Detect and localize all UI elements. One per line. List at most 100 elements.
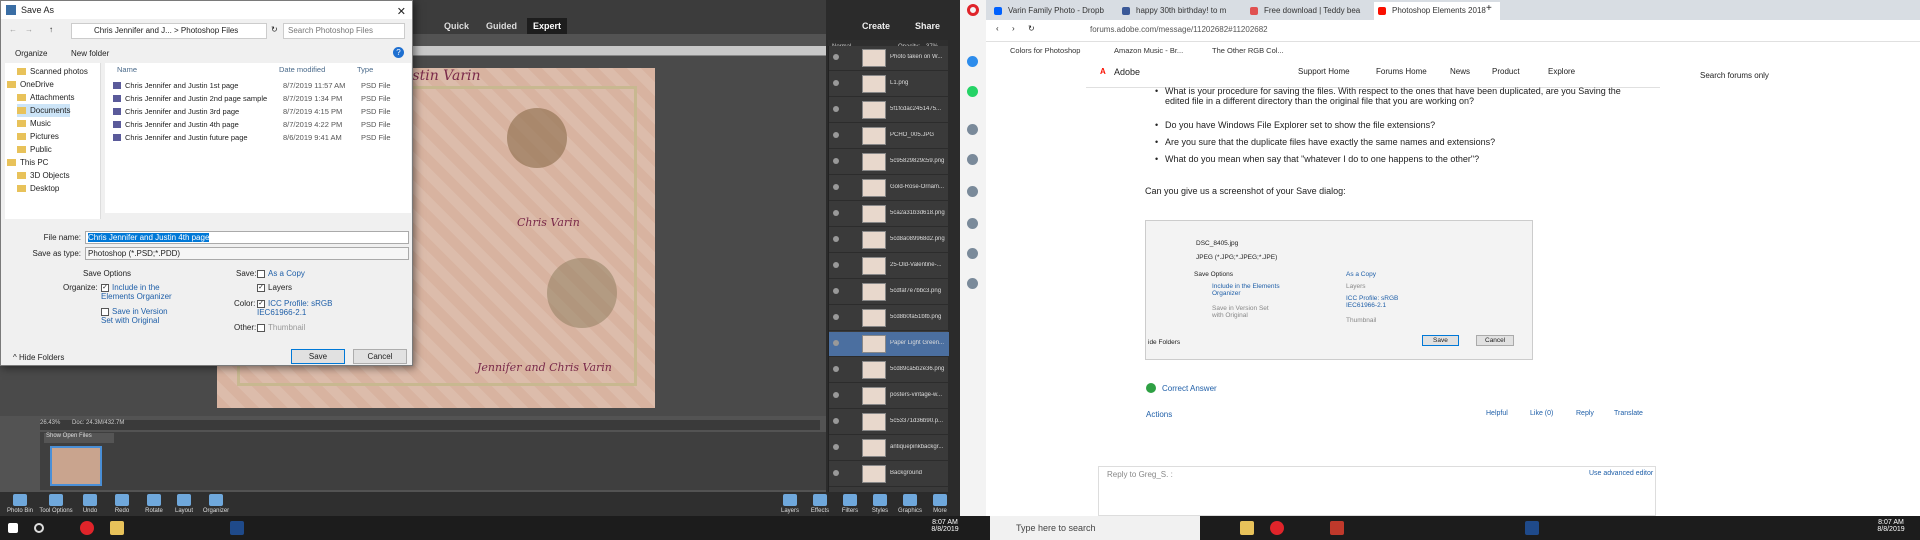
eye-icon[interactable] — [833, 340, 839, 346]
eye-icon[interactable] — [833, 158, 839, 164]
layer-row[interactable]: 5cdfaf7e7bbc3.png — [829, 280, 949, 305]
tab-expert[interactable]: Expert — [527, 18, 568, 34]
eye-icon[interactable] — [833, 184, 839, 190]
layer-row[interactable]: PCHO_005.JPG — [829, 124, 949, 149]
tree-item[interactable]: Public — [17, 143, 52, 156]
app-taskbar-icon[interactable] — [1330, 521, 1344, 535]
layer-row[interactable]: Photo taken on W... — [829, 46, 949, 71]
tab-photoshop-elements[interactable]: Photoshop Elements 2018 — [1374, 2, 1500, 20]
bookmark-rgb[interactable]: The Other RGB Col... — [1212, 46, 1284, 55]
include-elements-checkbox[interactable]: ✓ Include in the Elements Organizer — [101, 283, 181, 301]
eye-icon[interactable] — [833, 366, 839, 372]
eye-icon[interactable] — [833, 418, 839, 424]
photoshop-elements-taskbar-icon[interactable] — [230, 521, 244, 535]
whatsapp-icon[interactable] — [967, 86, 978, 97]
tab-dropbox[interactable]: Varin Family Photo - Dropb — [990, 2, 1116, 20]
layer-row[interactable]: antiquepinkbackgr... — [829, 436, 949, 461]
up-arrow-icon[interactable]: ↑ — [49, 25, 53, 34]
eye-icon[interactable] — [833, 288, 839, 294]
nav-support-home[interactable]: Support Home — [1298, 67, 1350, 76]
eye-icon[interactable] — [833, 444, 839, 450]
file-row[interactable]: Chris Jennifer and Justin 1st page 8/7/20… — [113, 79, 409, 92]
tree-item[interactable]: Scanned photos — [17, 65, 88, 78]
nav-product[interactable]: Product — [1492, 67, 1520, 76]
photo-bin-button[interactable]: Photo Bin — [0, 494, 40, 514]
heart-icon[interactable] — [967, 218, 978, 229]
bookmark-colors[interactable]: Colors for Photoshop — [1010, 46, 1080, 55]
helpful-button[interactable]: Helpful — [1486, 410, 1508, 417]
forward-icon[interactable]: › — [1012, 24, 1015, 33]
forum-search[interactable]: Search forums only — [1700, 71, 1769, 80]
embedded-screenshot[interactable]: DSC_8405.jpg JPEG (*.JPG;*.JPEG;*.JPE) S… — [1145, 220, 1533, 360]
thumbnail-checkbox[interactable]: Thumbnail — [257, 323, 305, 332]
layer-row[interactable]: 5cd8b0fa51bfb.png — [829, 306, 949, 331]
tree-item[interactable]: This PC — [7, 156, 48, 169]
layer-row[interactable]: Gold-Rose-Ornam... — [829, 176, 949, 201]
taskbar-search-input[interactable]: Type here to search — [990, 516, 1200, 540]
eye-icon[interactable] — [833, 314, 839, 320]
clock-right[interactable]: 8:07 AM 8/8/2019 — [1868, 519, 1914, 533]
create-button[interactable]: Create — [862, 18, 890, 34]
photoshop-elements-taskbar-icon[interactable] — [1525, 521, 1539, 535]
windows-start-icon[interactable] — [8, 523, 18, 533]
new-folder-button[interactable]: New folder — [71, 49, 109, 58]
layer-row[interactable]: 5c95829829c59.png — [829, 150, 949, 175]
tree-item[interactable]: Desktop — [17, 182, 59, 195]
eye-icon[interactable] — [833, 470, 839, 476]
layer-row[interactable]: L1.png — [829, 72, 949, 97]
layer-row[interactable]: posters-vintage-w... — [829, 384, 949, 409]
reply-button[interactable]: Reply — [1576, 410, 1594, 417]
file-row[interactable]: Chris Jennifer and Justin 3rd page 8/7/20… — [113, 105, 409, 118]
file-row[interactable]: Chris Jennifer and Justin 2nd page sampl… — [113, 92, 409, 105]
layer-row[interactable]: 25-Old-Valentine-... — [829, 254, 949, 279]
like-button[interactable]: Like (0) — [1530, 410, 1553, 417]
eye-icon[interactable] — [833, 106, 839, 112]
layer-row[interactable]: 5f1fcdac2451475... — [829, 98, 949, 123]
opera-taskbar-icon[interactable] — [80, 521, 94, 535]
file-explorer-icon[interactable] — [1240, 521, 1254, 535]
translate-button[interactable]: Translate — [1614, 410, 1643, 417]
url-field[interactable]: forums.adobe.com/message/11202682#112026… — [1090, 25, 1268, 34]
share-button[interactable]: Share — [915, 18, 940, 34]
opera-taskbar-icon[interactable] — [1270, 521, 1284, 535]
eye-icon[interactable] — [833, 262, 839, 268]
refresh-icon[interactable]: ↻ — [271, 25, 278, 34]
tab-guided[interactable]: Guided — [480, 18, 523, 34]
news-icon[interactable] — [967, 248, 978, 259]
layer-row[interactable]: 5cd89ca5b2e36.png — [829, 358, 949, 383]
tree-item[interactable]: Music — [17, 117, 51, 130]
col-type[interactable]: Type — [357, 65, 373, 74]
back-arrow-icon[interactable]: ← — [9, 25, 17, 34]
eye-icon[interactable] — [833, 392, 839, 398]
correct-answer[interactable]: Correct Answer — [1162, 384, 1217, 393]
layer-row[interactable]: 5cd8a089968d2.png — [829, 228, 949, 253]
nav-forums-home[interactable]: Forums Home — [1376, 67, 1427, 76]
col-name[interactable]: Name — [117, 65, 137, 74]
search-icon[interactable] — [967, 124, 978, 135]
new-tab-icon[interactable]: + — [1486, 3, 1492, 14]
icc-profile-checkbox[interactable]: ✓ ICC Profile: sRGB IEC61966-2.1 — [257, 299, 347, 317]
layer-row[interactable]: Background — [829, 462, 949, 487]
file-row[interactable]: Chris Jennifer and Justin future page 8/6… — [113, 131, 409, 144]
tree-item[interactable]: OneDrive — [7, 78, 54, 91]
layer-row[interactable]: 5c53371d36b90.p... — [829, 410, 949, 435]
eye-icon[interactable] — [833, 80, 839, 86]
path-bar[interactable]: Chris Jennifer and J... > Photoshop File… — [71, 23, 267, 39]
reply-editor[interactable]: Reply to Greg_S. : Use advanced editor — [1098, 466, 1656, 516]
search-input[interactable]: Search Photoshop Files — [283, 23, 405, 39]
file-name-field[interactable]: Chris Jennifer and Justin 4th page — [85, 231, 409, 244]
tree-item[interactable]: Attachments — [17, 91, 74, 104]
layer-row[interactable]: Paper Light Green... — [829, 332, 949, 357]
show-open-files-select[interactable]: Show Open Files — [44, 433, 114, 443]
open-file-thumbnail[interactable] — [50, 446, 102, 486]
tab-facebook[interactable]: happy 30th birthday! to m — [1118, 2, 1244, 20]
hide-folders-button[interactable]: ^ Hide Folders — [13, 353, 64, 362]
reload-icon[interactable]: ↻ — [1028, 24, 1035, 33]
tree-item[interactable]: 3D Objects — [17, 169, 70, 182]
close-icon[interactable]: ✕ — [397, 3, 406, 21]
organizer-button[interactable]: Organizer — [196, 494, 236, 514]
tree-item[interactable]: Pictures — [17, 130, 59, 143]
opera-logo-icon[interactable] — [967, 4, 979, 16]
save-button[interactable]: Save — [291, 349, 345, 364]
eye-icon[interactable] — [833, 236, 839, 242]
